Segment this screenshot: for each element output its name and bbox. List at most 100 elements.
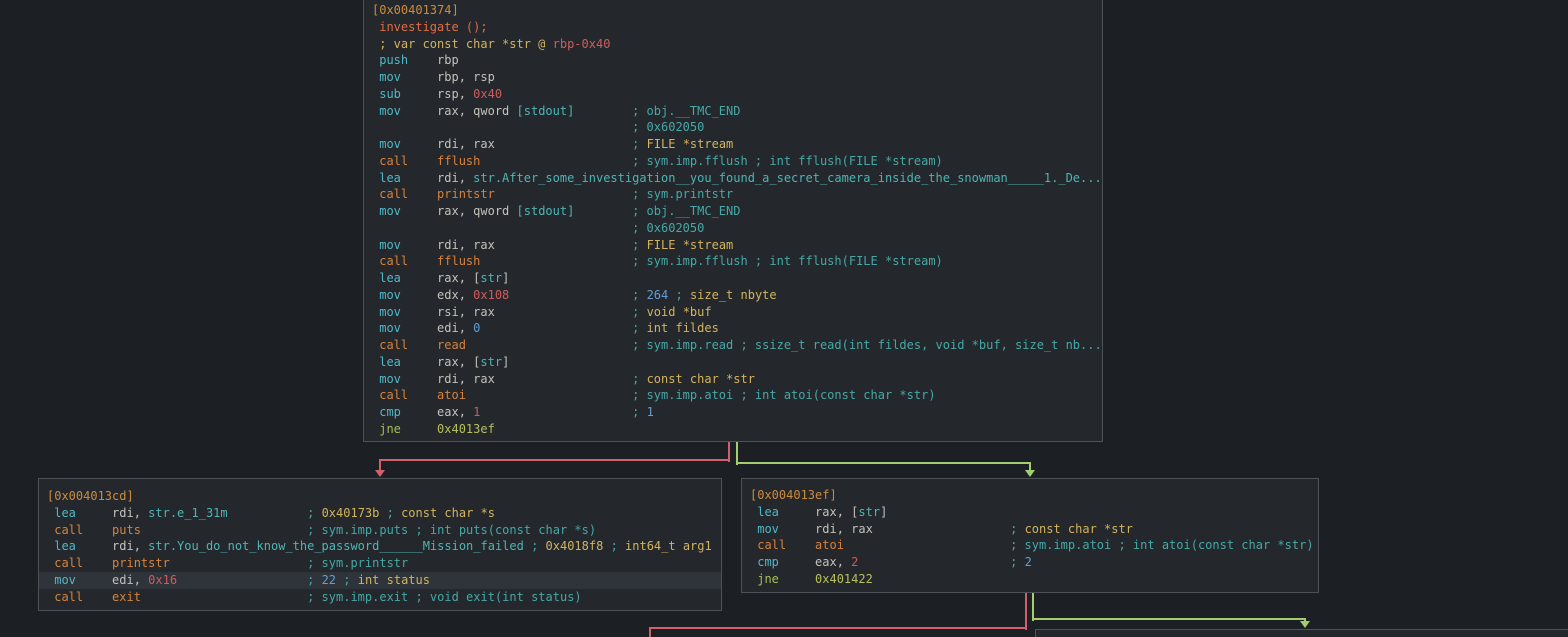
- asm-token-reg: rdi,: [112, 506, 148, 520]
- true-branch-edge-0x401374: [736, 462, 1031, 464]
- asm-token-mn: push: [372, 53, 437, 67]
- asm-token-cmt: ; sym.imp.fflush ; int fflush(FILE *stre…: [632, 154, 943, 168]
- asm-token-reg: [495, 305, 632, 319]
- true-branch-edge-0x401374-arrowhead: [1025, 470, 1035, 477]
- asm-line[interactable]: call atoi ; sym.imp.atoi ; int atoi(cons…: [750, 537, 1310, 554]
- asm-token-jloc: 0x401422: [815, 572, 873, 586]
- asm-line[interactable]: lea rdi, str.You_do_not_know_the_passwor…: [47, 538, 713, 555]
- asm-token-reg: [574, 104, 632, 118]
- asm-token-reg: [574, 204, 632, 218]
- basic-block-0x004013cd[interactable]: [0x004013cd] lea rdi, str.e_1_31m ; 0x40…: [38, 478, 722, 611]
- asm-token-reg: [480, 254, 632, 268]
- asm-token-reg: [858, 555, 1010, 569]
- asm-token-ref: str.e_1_31m: [148, 506, 227, 520]
- asm-line[interactable]: call exit ; sym.imp.exit ; void exit(int…: [47, 589, 713, 606]
- asm-line[interactable]: ; 0x602050: [372, 119, 1094, 136]
- asm-token-mn: lea: [372, 171, 437, 185]
- asm-line[interactable]: cmp eax, 2 ; 2: [750, 554, 1310, 571]
- asm-token-reg: eax,: [815, 555, 851, 569]
- asm-line[interactable]: call atoi ; sym.imp.atoi ; int atoi(cons…: [372, 387, 1094, 404]
- asm-line-selected[interactable]: mov edi, 0x16 ; 22 ; int status: [39, 572, 721, 589]
- asm-line[interactable]: lea rax, [str]: [372, 354, 1094, 371]
- asm-line[interactable]: mov rdi, rax ; FILE *stream: [372, 237, 1094, 254]
- asm-token-reg: edi,: [112, 573, 148, 587]
- asm-token-reg: [495, 137, 632, 151]
- asm-token-type: FILE *stream: [639, 238, 733, 252]
- asm-line[interactable]: [0x00401374]: [372, 2, 1094, 19]
- asm-token-call: printstr: [112, 556, 170, 570]
- asm-token-num: 0x108: [473, 288, 509, 302]
- asm-line[interactable]: ; 0x602050: [372, 220, 1094, 237]
- asm-token-type: const char *str: [1017, 522, 1133, 536]
- asm-token-cmt: ; sym.imp.read ; ssize_t read(int fildes…: [632, 338, 1102, 352]
- asm-line[interactable]: cmp eax, 1 ; 1: [372, 404, 1094, 421]
- asm-token-ref: str: [480, 271, 502, 285]
- asm-token-mn: mov: [750, 522, 815, 536]
- asm-line[interactable]: lea rdi, str.After_some_investigation__y…: [372, 170, 1094, 187]
- asm-token-jloc: 0x4013ef: [437, 422, 495, 436]
- asm-token-mn: mov: [372, 372, 437, 386]
- asm-line[interactable]: [0x004013cd]: [47, 488, 713, 505]
- asm-line[interactable]: call puts ; sym.imp.puts ; int puts(cons…: [47, 522, 713, 539]
- asm-line[interactable]: call fflush ; sym.imp.fflush ; int fflus…: [372, 253, 1094, 270]
- asm-token-mn: cmp: [750, 555, 815, 569]
- asm-token-reg: [466, 338, 632, 352]
- true-branch-edge-0x4013ef-arrowhead: [1300, 621, 1310, 628]
- asm-token-mn: lea: [372, 271, 437, 285]
- asm-token-reg: rax,: [437, 271, 473, 285]
- asm-token-cnum: 264: [639, 288, 668, 302]
- asm-line[interactable]: mov rax, qword [stdout] ; obj.__TMC_END: [372, 103, 1094, 120]
- asm-token-type: const char *str: [639, 372, 755, 386]
- asm-token-reg: [495, 372, 632, 386]
- asm-line[interactable]: jne 0x4013ef: [372, 421, 1094, 438]
- asm-token-mn: lea: [47, 506, 112, 520]
- asm-line[interactable]: mov edi, 0 ; int fildes: [372, 320, 1094, 337]
- asm-token-reg: [466, 388, 632, 402]
- asm-line[interactable]: mov rbp, rsp: [372, 69, 1094, 86]
- false-branch-edge-0x4013ef: [1025, 593, 1027, 630]
- asm-line[interactable]: investigate ();: [372, 19, 1094, 36]
- asm-line[interactable]: mov rax, qword [stdout] ; obj.__TMC_END: [372, 203, 1094, 220]
- asm-token-reg: rdi, rax: [815, 522, 873, 536]
- asm-line[interactable]: call printstr ; sym.printstr: [372, 186, 1094, 203]
- asm-token-num: 0x40: [473, 87, 502, 101]
- asm-token-mn: cmp: [372, 405, 437, 419]
- asm-line[interactable]: mov rsi, rax ; void *buf: [372, 304, 1094, 321]
- asm-line[interactable]: mov rdi, rax ; const char *str: [750, 521, 1310, 538]
- asm-line[interactable]: lea rax, [str]: [372, 270, 1094, 287]
- basic-block-0x004013ef[interactable]: [0x004013ef] lea rax, [str] mov rdi, rax…: [741, 478, 1319, 593]
- asm-token-cmt: ; obj.__TMC_END: [632, 104, 740, 118]
- asm-token-reg: rdi, rax: [437, 372, 495, 386]
- asm-token-cnum: 22: [314, 573, 336, 587]
- asm-token-reg: [372, 221, 632, 235]
- asm-token-reg: eax,: [437, 405, 473, 419]
- asm-token-reg: [480, 154, 632, 168]
- asm-token-cmt: ; obj.__TMC_END: [632, 204, 740, 218]
- asm-token-cmt: ; 0x602050: [632, 120, 704, 134]
- asm-token-mn: sub: [372, 87, 437, 101]
- asm-token-reg: rax, qword: [437, 204, 516, 218]
- asm-line[interactable]: lea rdi, str.e_1_31m ; 0x40173b ; const …: [47, 505, 713, 522]
- graph-canvas[interactable]: [0x00401374] investigate (); ; var const…: [0, 0, 1568, 637]
- asm-line[interactable]: lea rax, [str]: [750, 504, 1310, 521]
- asm-line[interactable]: ; var const char *str @ rbp-0x40: [372, 36, 1094, 53]
- false-branch-edge-0x4013ef: [649, 627, 1027, 629]
- asm-token-reg: rax, qword: [437, 104, 516, 118]
- asm-line[interactable]: sub rsp, 0x40: [372, 86, 1094, 103]
- asm-token-type: const char *s: [401, 506, 495, 520]
- asm-line[interactable]: mov edx, 0x108 ; 264 ; size_t nbyte: [372, 287, 1094, 304]
- asm-token-cmt: ; 0x602050: [632, 221, 704, 235]
- asm-line[interactable]: call fflush ; sym.imp.fflush ; int fflus…: [372, 153, 1094, 170]
- asm-token-mn: lea: [47, 539, 112, 553]
- basic-block-0x00401374[interactable]: [0x00401374] investigate (); ; var const…: [363, 0, 1103, 442]
- asm-line[interactable]: call read ; sym.imp.read ; ssize_t read(…: [372, 337, 1094, 354]
- asm-line[interactable]: push rbp: [372, 52, 1094, 69]
- asm-line[interactable]: mov rdi, rax ; FILE *stream: [372, 136, 1094, 153]
- asm-line[interactable]: [0x004013ef]: [750, 487, 1310, 504]
- asm-token-reg: [480, 321, 632, 335]
- asm-line[interactable]: call printstr ; sym.printstr: [47, 555, 713, 572]
- asm-token-reg: [495, 238, 632, 252]
- basic-block-partial-bottom-right[interactable]: [1035, 629, 1568, 637]
- asm-line[interactable]: jne 0x401422: [750, 571, 1310, 588]
- asm-line[interactable]: mov rdi, rax ; const char *str: [372, 371, 1094, 388]
